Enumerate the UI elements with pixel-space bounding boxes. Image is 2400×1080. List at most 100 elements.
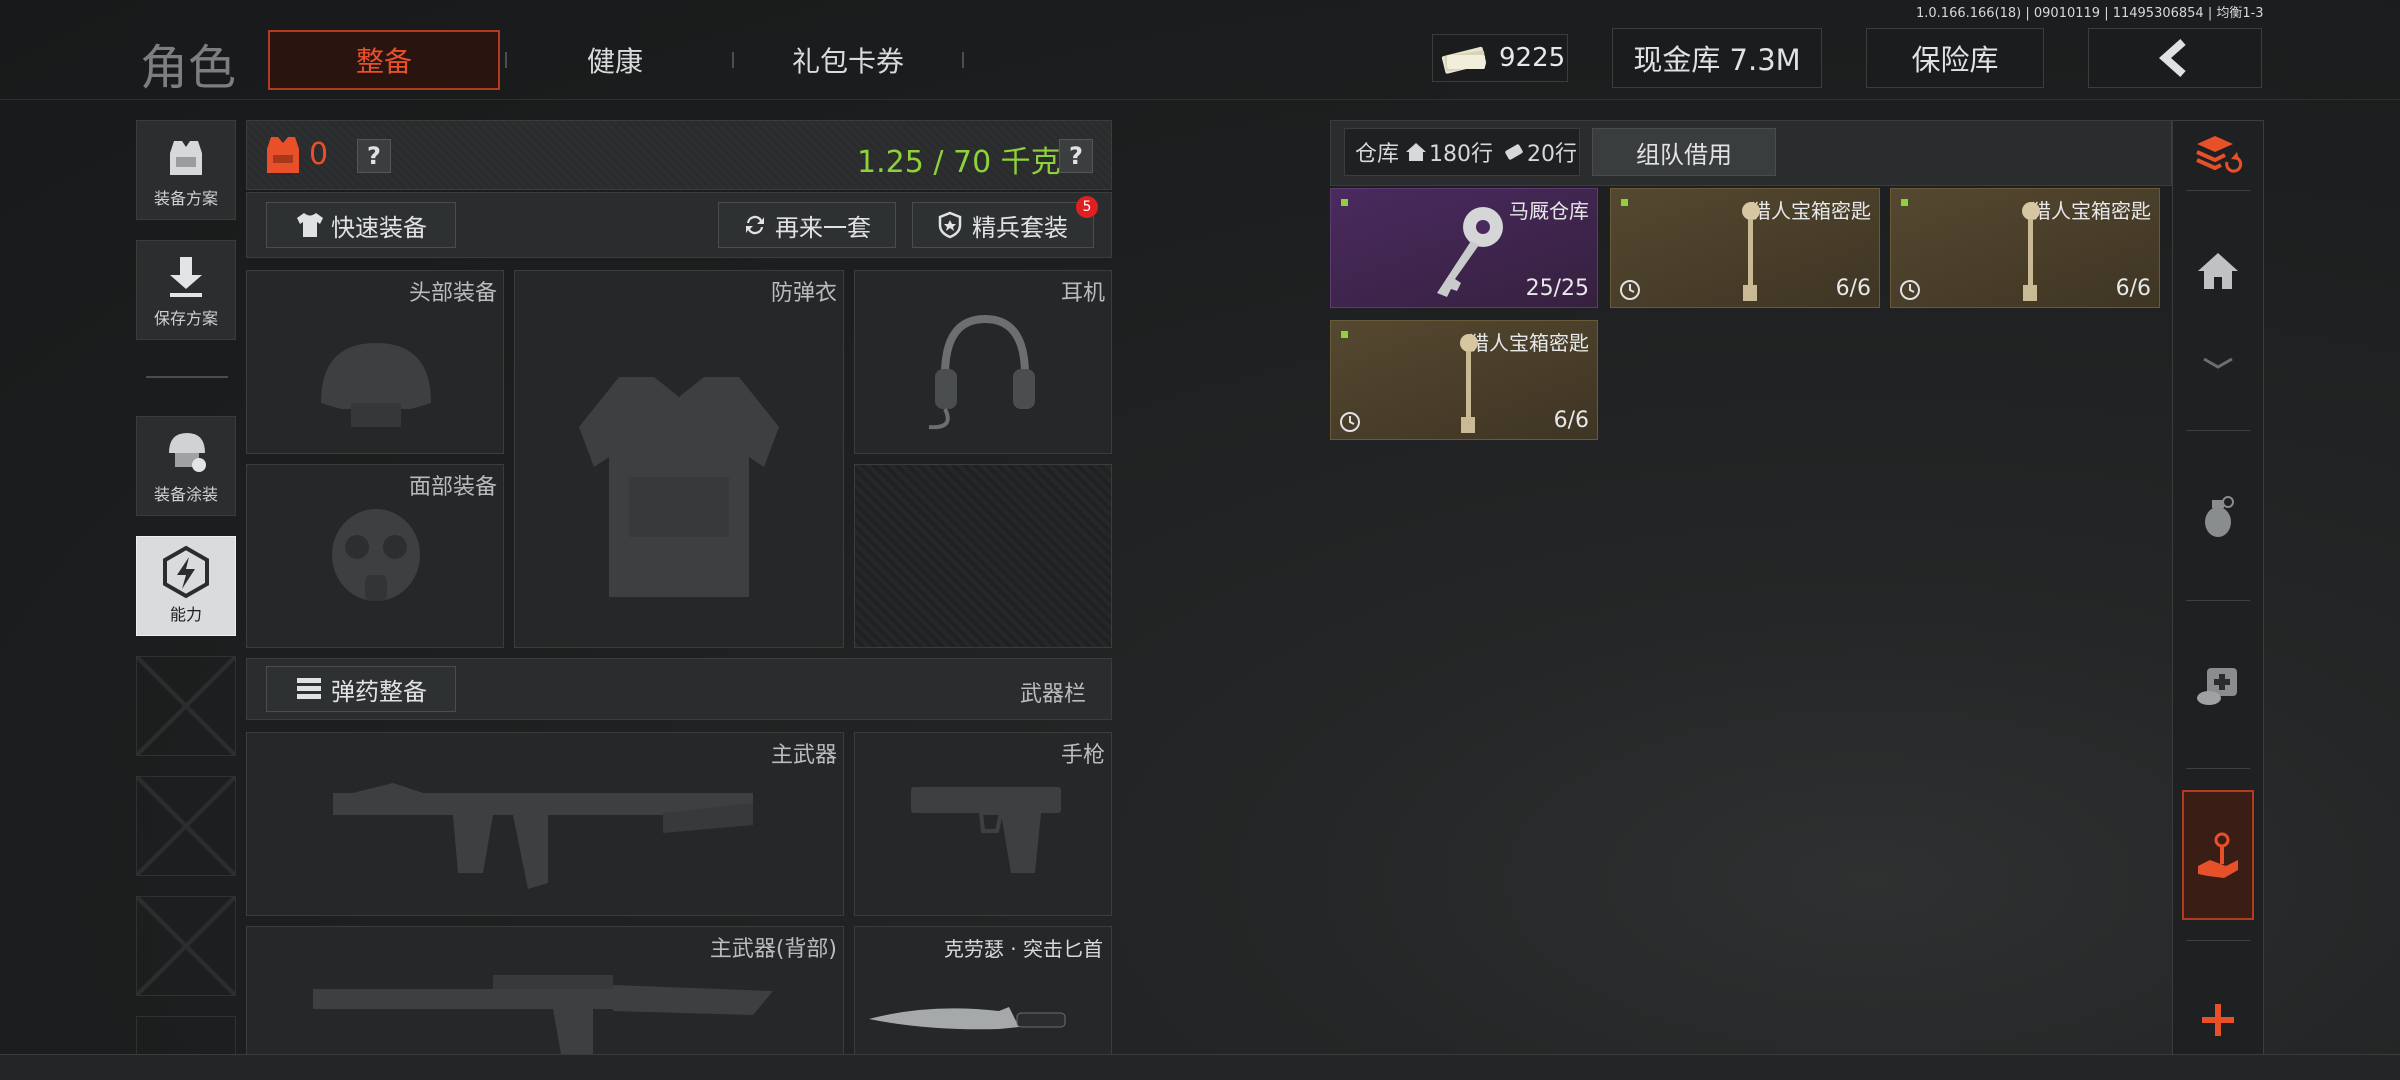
knife-icon xyxy=(869,1007,1066,1030)
again-set-button[interactable]: 再来一套 xyxy=(718,202,896,248)
quick-equip-button[interactable]: 快速装备 xyxy=(266,202,456,248)
loadout-header: 0 ? 1.25 / 70 千克 ? xyxy=(246,120,1112,190)
rail-divider xyxy=(2186,190,2250,191)
save-plan-button[interactable]: 保存方案 xyxy=(136,240,236,340)
add-page-button[interactable] xyxy=(2180,990,2256,1050)
tab-loadout-label: 整备 xyxy=(355,45,412,78)
safe-box-button[interactable]: 保险库 xyxy=(1866,28,2044,88)
rail-divider xyxy=(2186,430,2250,431)
tab-health[interactable]: 健康 xyxy=(520,30,710,90)
clock-icon xyxy=(1340,412,1360,432)
primary-weapon-label: 主武器 xyxy=(770,743,837,768)
warehouse-rows-ticket: 20行 xyxy=(1527,142,1578,167)
clock-icon xyxy=(1620,280,1640,300)
empty-plan-slot[interactable] xyxy=(136,896,236,996)
currency-box[interactable]: 9225 xyxy=(1432,34,1568,82)
warehouse-item[interactable]: 猎人宝箱密匙 6/6 xyxy=(1610,188,1880,308)
warehouse-rows-home: 180行 xyxy=(1429,142,1494,167)
ability-button[interactable]: 能力 xyxy=(136,536,236,636)
elite-set-badge: 5 xyxy=(1076,196,1098,218)
rail-key-button[interactable] xyxy=(2182,790,2254,920)
warehouse-item[interactable]: 猎人宝箱密匙 6/6 xyxy=(1890,188,2160,308)
primary-weapon-slot[interactable]: 主武器 xyxy=(246,732,844,916)
empty-plan-slot[interactable] xyxy=(136,656,236,756)
vest-slot-label: 防弹衣 xyxy=(770,281,837,306)
item-count: 25/25 xyxy=(1525,276,1589,301)
elite-set-label: 精兵套装 xyxy=(972,213,1068,242)
hunter-key-icon xyxy=(1460,334,1478,433)
warehouse-item[interactable]: 马厩仓库 25/25 xyxy=(1330,188,1598,308)
key-hand-icon xyxy=(2198,832,2238,878)
ammo-prep-button[interactable]: 弹药整备 xyxy=(266,666,456,712)
rail-divider xyxy=(2186,940,2250,941)
weight-help-button[interactable]: ? xyxy=(1059,139,1093,173)
face-slot[interactable]: 面部装备 xyxy=(246,464,504,648)
item-name: 马厩仓库 xyxy=(1509,199,1589,223)
ability-label: 能力 xyxy=(169,605,202,624)
sidebar-divider xyxy=(146,376,228,378)
warehouse-item[interactable]: 猎人宝箱密匙 6/6 xyxy=(1330,320,1598,440)
loadout-plan-label: 装备方案 xyxy=(153,189,218,208)
refresh-icon xyxy=(746,215,764,235)
tab-loadout[interactable]: 整备 xyxy=(268,30,500,90)
cash-vault-label: 现金库 7.3M xyxy=(1633,43,1801,77)
vest-plan-icon xyxy=(170,141,202,175)
item-count: 6/6 xyxy=(1553,408,1589,433)
currency-value: 9225 xyxy=(1499,43,1566,73)
save-plan-label: 保存方案 xyxy=(153,309,218,328)
item-marker xyxy=(1341,331,1348,338)
weight-help-label: ? xyxy=(1069,142,1083,170)
home-icon xyxy=(1406,143,1427,161)
rail-grenade-button[interactable] xyxy=(2180,484,2256,548)
primary-weapon-back-slot[interactable]: 主武器(背部) xyxy=(246,926,844,1065)
safe-box-label: 保险库 xyxy=(1911,43,1999,77)
clock-icon xyxy=(1900,280,1920,300)
face-slot-label: 面部装备 xyxy=(408,475,497,500)
pistol-slot[interactable]: 手枪 xyxy=(854,732,1112,916)
again-set-label: 再来一套 xyxy=(775,213,871,242)
page-title: 角色 xyxy=(140,40,237,96)
ticket-icon xyxy=(1505,144,1523,160)
melee-slot[interactable]: 克劳瑟 · 突击匕首 xyxy=(854,926,1112,1064)
gas-mask-silhouette xyxy=(332,509,420,601)
item-name: 猎人宝箱密匙 xyxy=(1751,199,1871,223)
tab-gift-cards[interactable]: 礼包卡券 xyxy=(748,30,948,90)
team-borrow-label: 组队借用 xyxy=(1636,140,1732,169)
rail-home-button[interactable] xyxy=(2180,236,2256,306)
warehouse-label: 仓库 xyxy=(1355,142,1400,167)
head-slot-label: 头部装备 xyxy=(408,281,497,306)
armor-help-button[interactable]: ? xyxy=(357,139,391,173)
weapon-bar-label: 武器栏 xyxy=(1020,682,1087,707)
loadout-plan-button[interactable]: 装备方案 xyxy=(136,120,236,220)
sort-refresh-button[interactable] xyxy=(2180,124,2256,188)
headset-slot[interactable]: 耳机 xyxy=(854,270,1112,454)
empty-plan-slot[interactable] xyxy=(136,776,236,876)
back-button[interactable] xyxy=(2088,28,2262,88)
cash-vault-button[interactable]: 现金库 7.3M xyxy=(1612,28,1822,88)
rail-chevron-down-icon xyxy=(2200,354,2236,369)
warehouse-capacity[interactable]: 仓库 180行 20行 xyxy=(1344,128,1580,176)
team-borrow-button[interactable]: 组队借用 xyxy=(1592,128,1776,176)
melee-label: 克劳瑟 · 突击匕首 xyxy=(943,937,1103,961)
locked-slot xyxy=(854,464,1112,648)
rail-medkit-button[interactable] xyxy=(2180,654,2256,718)
hunter-key-icon xyxy=(1742,202,1760,301)
equipment-paint-button[interactable]: 装备涂装 xyxy=(136,416,236,516)
primary-weapon-back-label: 主武器(背部) xyxy=(709,937,837,962)
vest-slot[interactable]: 防弹衣 xyxy=(514,270,844,648)
ammo-icon xyxy=(297,678,321,699)
headset-icon xyxy=(928,314,1035,430)
tab-divider xyxy=(962,52,964,68)
item-count: 6/6 xyxy=(1835,276,1871,301)
elite-set-badge-count: 5 xyxy=(1082,199,1092,215)
pistol-slot-label: 手枪 xyxy=(1060,743,1105,768)
carbine-silhouette xyxy=(313,975,773,1065)
helmet-paint-icon xyxy=(169,433,206,472)
ammo-prep-label: 弹药整备 xyxy=(331,677,427,706)
head-slot[interactable]: 头部装备 xyxy=(246,270,504,454)
armor-count: 0 xyxy=(309,137,329,172)
shield-icon xyxy=(938,211,962,239)
elite-set-button[interactable]: 精兵套装 xyxy=(912,202,1094,248)
helmet-silhouette xyxy=(321,343,431,427)
item-marker xyxy=(1621,199,1628,206)
